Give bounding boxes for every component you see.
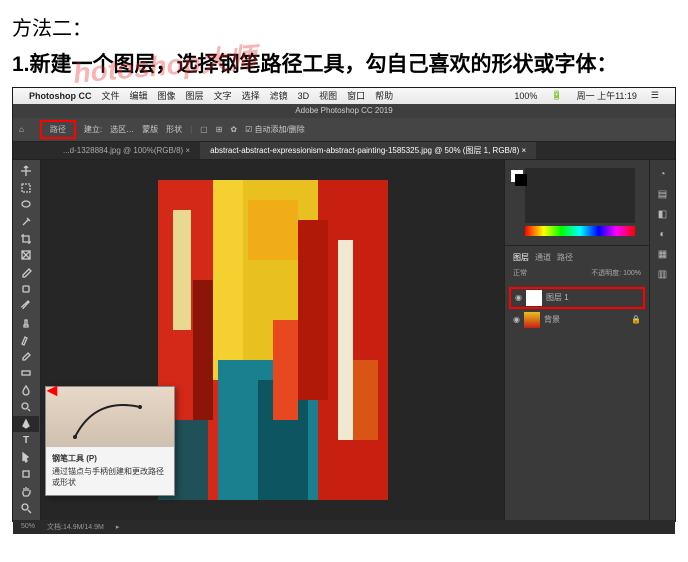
dodge-tool[interactable] — [13, 399, 39, 415]
menu-filter[interactable]: 滤镜 — [270, 89, 288, 102]
tab-channels[interactable]: 通道 — [535, 252, 551, 263]
pen-tool[interactable] — [13, 416, 39, 432]
tooltip-title: 钢笔工具 (P) — [52, 453, 168, 464]
properties-icon[interactable]: ◧ — [656, 208, 670, 222]
menu-select[interactable]: 选择 — [242, 89, 260, 102]
opacity-value[interactable]: 100% — [623, 270, 641, 277]
heal-tool[interactable] — [13, 281, 39, 297]
crop-tool[interactable] — [13, 231, 39, 247]
swatches-icon[interactable]: ▥ — [656, 268, 670, 282]
opacity-label: 不透明度: — [591, 270, 621, 277]
visibility-icon[interactable]: ◉ — [515, 293, 522, 302]
status-bar: 50% 文档:14.9M/14.9M ▸ — [13, 520, 675, 534]
tab-doc-1[interactable]: ...d-1328884.jpg @ 100%(RGB/8) × — [53, 142, 200, 159]
mac-menubar: Photoshop CC 文件 编辑 图像 图层 文字 选择 滤镜 3D 视图 … — [13, 88, 675, 104]
mac-status-area: 100% 🔋 周一 上午11:19 ☰ — [514, 89, 669, 102]
layers-panel: 图层 通道 路径 正常 不透明度: 100% ◉ 图层 1 — [505, 246, 649, 520]
layer-name[interactable]: 背景 — [544, 314, 560, 325]
layer-thumb — [524, 312, 540, 328]
menu-image[interactable]: 图像 — [158, 89, 176, 102]
menu-3d[interactable]: 3D — [298, 91, 310, 101]
auto-add-delete-checkbox[interactable]: ☑ 自动添加/删除 — [245, 124, 305, 135]
layers-panel-tabs: 图层 通道 路径 — [509, 250, 645, 265]
annotation-arrow: ◄ — [43, 380, 61, 401]
right-panels: 图层 通道 路径 正常 不透明度: 100% ◉ 图层 1 — [504, 160, 649, 520]
marquee-tool[interactable] — [13, 180, 39, 196]
gear-icon[interactable]: ✿ — [230, 125, 237, 134]
path-ops-icon[interactable]: ▢ — [200, 125, 208, 134]
history-brush-tool[interactable] — [13, 332, 39, 348]
adjustments-icon[interactable]: ◐ — [656, 228, 670, 242]
blend-mode-dropdown[interactable]: 正常 — [513, 268, 527, 278]
lasso-tool[interactable] — [13, 197, 39, 213]
tooltip-preview — [46, 387, 174, 447]
hand-tool[interactable] — [13, 483, 39, 499]
tooltip-desc: 通过锚点与手柄创建和更改路径或形状 — [52, 466, 168, 488]
gradient-tool[interactable] — [13, 365, 39, 381]
pen-tool-tooltip: 钢笔工具 (P) 通过锚点与手柄创建和更改路径或形状 — [45, 386, 175, 496]
menu-text[interactable]: 文字 — [214, 89, 232, 102]
visibility-icon[interactable]: ◉ — [513, 315, 520, 324]
zoom-level[interactable]: 50% — [21, 523, 35, 530]
tab-layers[interactable]: 图层 — [513, 252, 529, 263]
panel-dock: ◔ ▤ ◧ ◐ ▦ ▥ — [649, 160, 675, 520]
frame-tool[interactable] — [13, 248, 39, 264]
opt-shape-button[interactable]: 形状 — [166, 124, 182, 135]
tab-paths[interactable]: 路径 — [557, 252, 573, 263]
home-icon[interactable]: ⌂ — [19, 125, 24, 134]
blur-tool[interactable] — [13, 382, 39, 398]
document-canvas[interactable] — [158, 180, 388, 500]
zoom-tool[interactable] — [13, 500, 39, 516]
options-bar: ⌂ 路径 建立: 选区… 蒙版 形状 | ▢ ⊞ ✿ ☑ 自动添加/删除 — [13, 118, 675, 142]
tab-doc-2[interactable]: abstract-abstract-expressionism-abstract… — [200, 142, 536, 159]
color-panel[interactable] — [505, 160, 649, 246]
actions-icon[interactable]: ▤ — [656, 188, 670, 202]
battery-percent: 100% — [514, 91, 537, 101]
menu-window[interactable]: 窗口 — [347, 89, 365, 102]
layer-row-bg[interactable]: ◉ 背景 🔒 — [509, 309, 645, 331]
document-tabs: ...d-1328884.jpg @ 100%(RGB/8) × abstrac… — [13, 142, 675, 160]
layer-name[interactable]: 图层 1 — [546, 292, 569, 303]
menu-view[interactable]: 视图 — [319, 89, 337, 102]
step-text: 1.新建一个图层，选择钢笔路径工具，勾自己喜欢的形状或字体： — [12, 49, 676, 81]
opt-selection-button[interactable]: 选区… — [110, 124, 134, 135]
menu-file[interactable]: 文件 — [102, 89, 120, 102]
layer-row-1[interactable]: ◉ 图层 1 — [509, 287, 645, 309]
libraries-icon[interactable]: ▦ — [656, 248, 670, 262]
toolbar: T — [13, 160, 41, 520]
photoshop-window: hotoshop大师 Photoshop CC 文件 编辑 图像 图层 文字 选… — [12, 87, 676, 522]
method-title: 方法二： — [12, 12, 676, 41]
lock-icon: 🔒 — [631, 315, 641, 324]
app-name[interactable]: Photoshop CC — [29, 91, 92, 101]
shape-tool[interactable] — [13, 466, 39, 482]
eyedropper-tool[interactable] — [13, 264, 39, 280]
menu-help[interactable]: 帮助 — [375, 89, 393, 102]
clock: 周一 上午11:19 — [577, 89, 637, 102]
type-tool[interactable]: T — [13, 433, 39, 449]
opt-mask-button[interactable]: 蒙版 — [142, 124, 158, 135]
window-title: Adobe Photoshop CC 2019 — [13, 104, 675, 118]
path-mode-dropdown[interactable]: 路径 — [40, 120, 76, 139]
main-area: T — [13, 160, 675, 520]
path-select-tool[interactable] — [13, 449, 39, 465]
path-align-icon[interactable]: ⊞ — [216, 125, 223, 134]
menu-layer[interactable]: 图层 — [186, 89, 204, 102]
move-tool[interactable] — [13, 164, 39, 180]
stamp-tool[interactable] — [13, 315, 39, 331]
opt-build: 建立: — [84, 124, 102, 135]
wand-tool[interactable] — [13, 214, 39, 230]
brush-tool[interactable] — [13, 298, 39, 314]
menu-edit[interactable]: 编辑 — [130, 89, 148, 102]
doc-size: 文档:14.9M/14.9M — [47, 522, 104, 532]
history-icon[interactable]: ◔ — [656, 168, 670, 182]
eraser-tool[interactable] — [13, 348, 39, 364]
layer-thumb — [526, 290, 542, 306]
search-icon[interactable]: ☰ — [651, 90, 659, 101]
